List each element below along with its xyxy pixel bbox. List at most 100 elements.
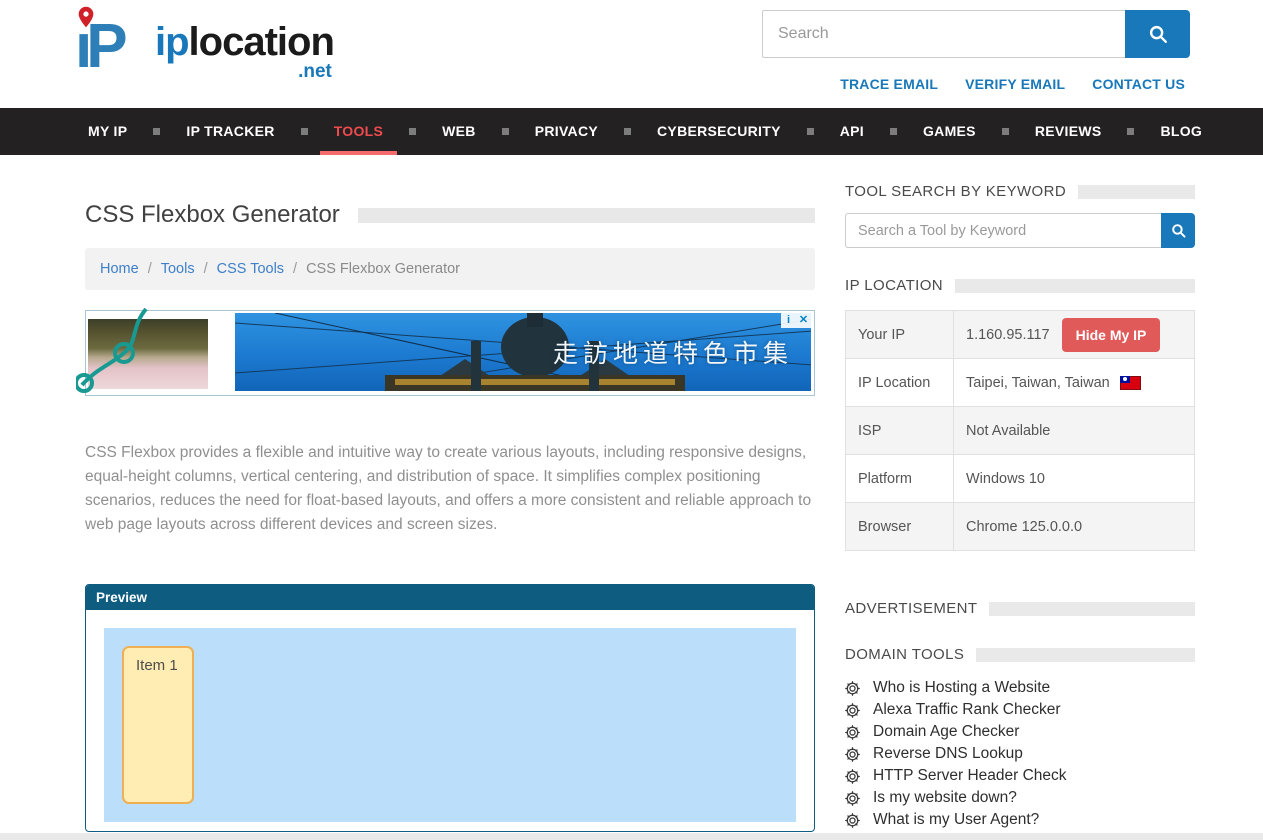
- search-icon: [1170, 222, 1187, 239]
- nav-separator: [1127, 128, 1134, 135]
- heading-decor-bar: [955, 279, 1195, 293]
- breadcrumb-home[interactable]: Home: [100, 261, 139, 277]
- domain-tool-label: HTTP Server Header Check: [873, 767, 1067, 785]
- site-logo[interactable]: ıP iplocation .net: [75, 8, 334, 86]
- domain-tool-alexa-rank[interactable]: Alexa Traffic Rank Checker: [845, 699, 1195, 721]
- nav-item-tools[interactable]: TOOLS: [320, 108, 397, 155]
- title-decor-bar: [358, 208, 815, 223]
- gear-icon: [845, 725, 860, 740]
- browser-value: Chrome 125.0.0.0: [954, 503, 1195, 551]
- nav-item-reviews[interactable]: REVIEWS: [1021, 108, 1116, 155]
- ad-choices: i ✕: [781, 313, 811, 328]
- advertisement-heading: ADVERTISEMENT: [845, 600, 977, 617]
- row-label: Platform: [846, 455, 954, 503]
- header-links: TRACE EMAIL VERIFY EMAIL CONTACT US: [840, 76, 1185, 92]
- domain-tools-list: Who is Hosting a Website Alexa Traffic R…: [845, 677, 1195, 831]
- site-search: [762, 10, 1190, 58]
- main-navigation: MY IP IP TRACKER TOOLS WEB PRIVACY CYBER…: [0, 108, 1263, 155]
- preview-header: Preview: [86, 585, 814, 610]
- ip-location-value: Taipei, Taiwan, Taiwan: [966, 375, 1110, 391]
- logo-text-net: .net: [155, 62, 334, 81]
- domain-tool-user-agent[interactable]: What is my User Agent?: [845, 809, 1195, 831]
- ad-image-landscape: [88, 319, 208, 389]
- gear-icon: [845, 703, 860, 718]
- domain-tool-label: Domain Age Checker: [873, 723, 1019, 741]
- site-search-input[interactable]: [762, 10, 1125, 58]
- domain-tool-domain-age[interactable]: Domain Age Checker: [845, 721, 1195, 743]
- gear-icon: [845, 747, 860, 762]
- isp-value: Not Available: [954, 407, 1195, 455]
- breadcrumb-css-tools[interactable]: CSS Tools: [217, 261, 284, 277]
- domain-tool-label: Is my website down?: [873, 789, 1017, 807]
- site-header: ıP iplocation .net TRACE EMAIL VERIFY EM…: [0, 0, 1263, 108]
- breadcrumb-tools[interactable]: Tools: [161, 261, 195, 277]
- nav-separator: [807, 128, 814, 135]
- row-label: ISP: [846, 407, 954, 455]
- logo-text-ip: ip: [155, 20, 189, 64]
- table-row: Platform Windows 10: [846, 455, 1195, 503]
- tool-search-input[interactable]: [845, 213, 1161, 248]
- nav-separator: [409, 128, 416, 135]
- domain-tool-label: Alexa Traffic Rank Checker: [873, 701, 1061, 719]
- ad-image-building: 走訪地道特色市集: [235, 313, 811, 391]
- ip-location-heading: IP LOCATION: [845, 277, 943, 294]
- location-pin-icon: [77, 6, 95, 28]
- row-label: Browser: [846, 503, 954, 551]
- preview-card: Preview Item 1: [85, 584, 815, 832]
- heading-decor-bar: [976, 648, 1195, 662]
- page-bottom-strip: [0, 833, 1263, 840]
- nav-item-privacy[interactable]: PRIVACY: [521, 108, 612, 155]
- domain-tools-heading: DOMAIN TOOLS: [845, 646, 964, 663]
- domain-tool-who-is-hosting[interactable]: Who is Hosting a Website: [845, 677, 1195, 699]
- breadcrumb-separator: /: [148, 261, 152, 277]
- gear-icon: [845, 791, 860, 806]
- heading-decor-bar: [1078, 185, 1195, 199]
- logo-mark: ıP: [75, 8, 153, 86]
- taiwan-flag-icon: [1120, 376, 1141, 390]
- gear-icon: [845, 813, 860, 828]
- nav-item-my-ip[interactable]: MY IP: [74, 108, 141, 155]
- nav-item-games[interactable]: GAMES: [909, 108, 990, 155]
- ip-location-table: Your IP 1.160.95.117 Hide My IP IP Locat…: [845, 310, 1195, 551]
- tool-search-heading: TOOL SEARCH BY KEYWORD: [845, 183, 1066, 200]
- nav-item-api[interactable]: API: [826, 108, 878, 155]
- domain-tool-http-header[interactable]: HTTP Server Header Check: [845, 765, 1195, 787]
- domain-tool-website-down[interactable]: Is my website down?: [845, 787, 1195, 809]
- verify-email-link[interactable]: VERIFY EMAIL: [965, 76, 1065, 92]
- your-ip-value: 1.160.95.117: [966, 327, 1050, 343]
- ad-close-icon[interactable]: ✕: [796, 313, 811, 328]
- platform-value: Windows 10: [954, 455, 1195, 503]
- nav-item-blog[interactable]: BLOG: [1146, 108, 1216, 155]
- domain-tool-reverse-dns[interactable]: Reverse DNS Lookup: [845, 743, 1195, 765]
- nav-separator: [301, 128, 308, 135]
- ad-info-icon[interactable]: i: [781, 313, 796, 328]
- table-row: Your IP 1.160.95.117 Hide My IP: [846, 311, 1195, 359]
- nav-separator: [624, 128, 631, 135]
- flexbox-preview-container: Item 1: [104, 628, 796, 822]
- tool-search-button[interactable]: [1161, 213, 1195, 248]
- breadcrumb: Home / Tools / CSS Tools / CSS Flexbox G…: [85, 248, 815, 290]
- domain-tool-label: Who is Hosting a Website: [873, 679, 1050, 697]
- page-title: CSS Flexbox Generator: [85, 201, 340, 229]
- contact-us-link[interactable]: CONTACT US: [1092, 76, 1185, 92]
- trace-email-link[interactable]: TRACE EMAIL: [840, 76, 938, 92]
- nav-separator: [1002, 128, 1009, 135]
- breadcrumb-separator: /: [293, 261, 297, 277]
- nav-item-cybersecurity[interactable]: CYBERSECURITY: [643, 108, 795, 155]
- nav-item-ip-tracker[interactable]: IP TRACKER: [172, 108, 288, 155]
- gear-icon: [845, 681, 860, 696]
- ad-banner[interactable]: 走訪地道特色市集 i ✕: [85, 310, 815, 396]
- hide-my-ip-button[interactable]: Hide My IP: [1062, 318, 1161, 352]
- flexbox-preview-item: Item 1: [122, 646, 194, 804]
- table-row: IP Location Taipei, Taiwan, Taiwan: [846, 359, 1195, 407]
- search-icon: [1147, 23, 1169, 45]
- site-search-button[interactable]: [1125, 10, 1190, 58]
- logo-text-location: location: [189, 20, 334, 64]
- nav-separator: [502, 128, 509, 135]
- domain-tool-label: Reverse DNS Lookup: [873, 745, 1023, 763]
- tool-search: [845, 213, 1195, 248]
- table-row: ISP Not Available: [846, 407, 1195, 455]
- nav-separator: [153, 128, 160, 135]
- gear-icon: [845, 769, 860, 784]
- nav-item-web[interactable]: WEB: [428, 108, 490, 155]
